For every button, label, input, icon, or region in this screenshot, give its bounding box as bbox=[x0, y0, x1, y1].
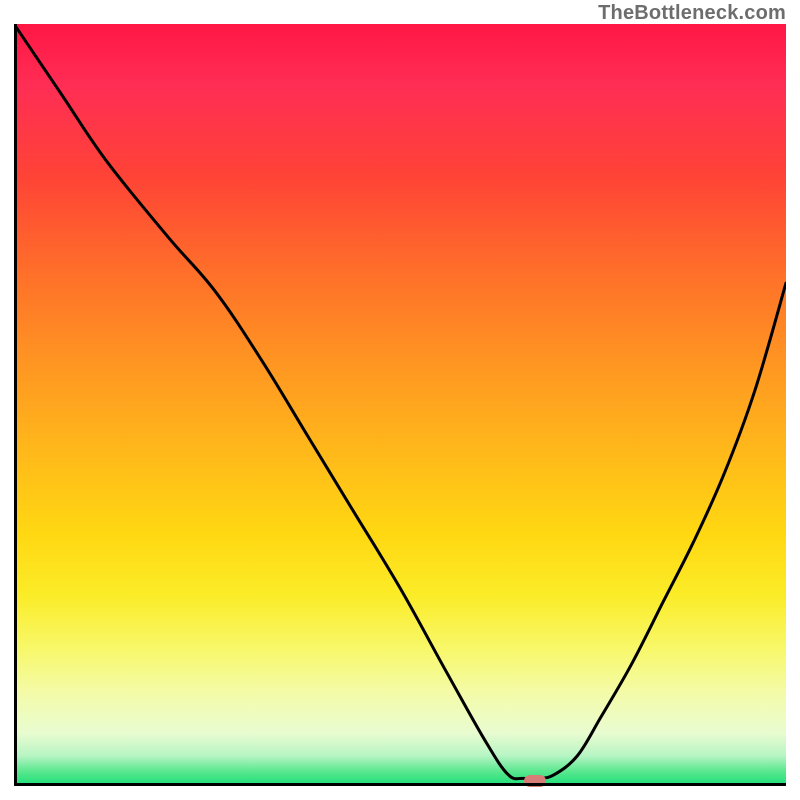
plot-area bbox=[14, 24, 786, 786]
y-axis bbox=[14, 24, 17, 786]
curve-path bbox=[14, 24, 786, 779]
x-axis bbox=[14, 783, 786, 786]
bottleneck-curve bbox=[14, 24, 786, 786]
watermark-text: TheBottleneck.com bbox=[598, 2, 786, 25]
bottleneck-chart: TheBottleneck.com bbox=[0, 0, 800, 800]
